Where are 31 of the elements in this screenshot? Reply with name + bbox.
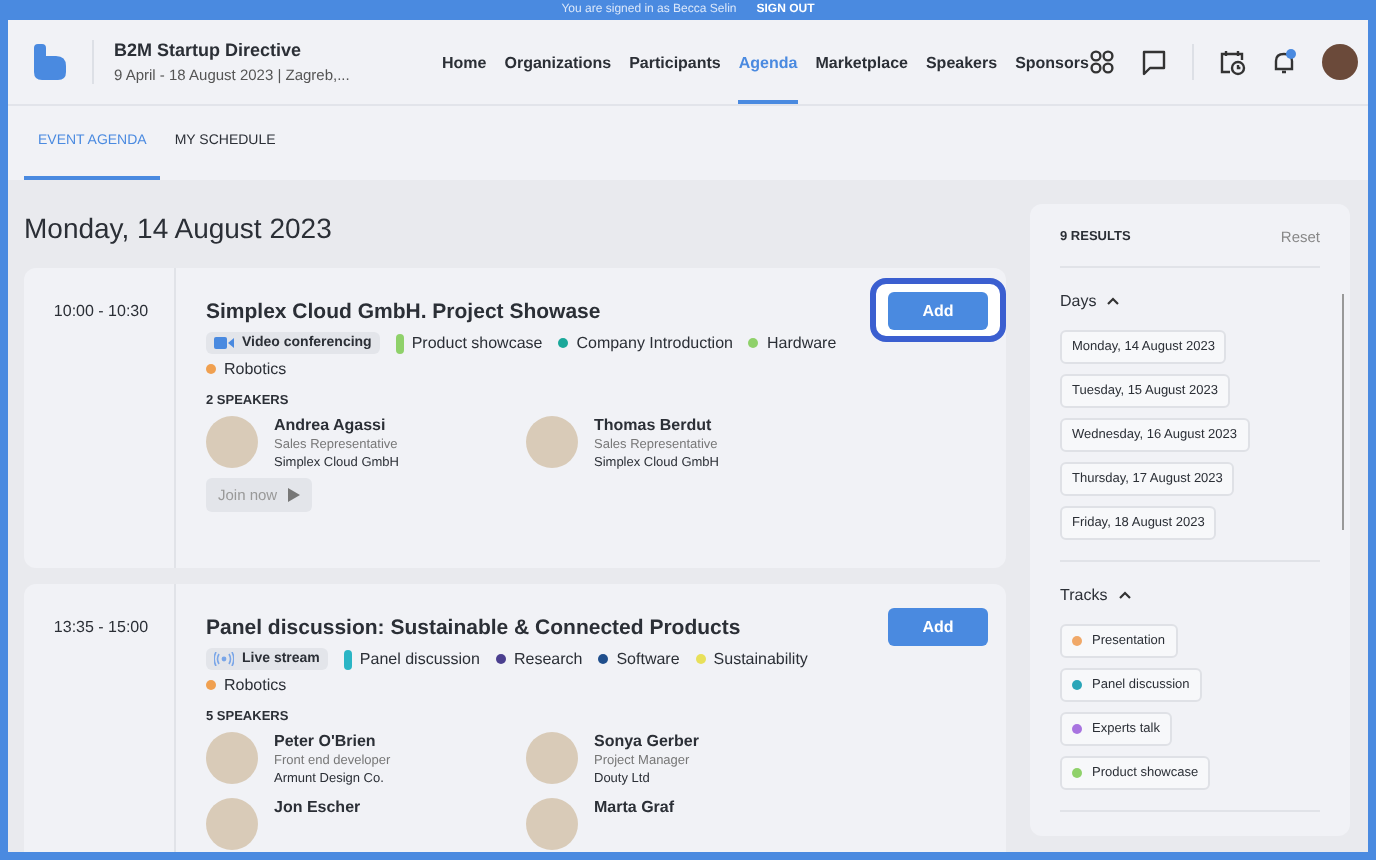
- session-title: Panel discussion: Sustainable & Connected Products: [206, 616, 741, 640]
- nav-tab[interactable]: Organizations: [504, 20, 612, 104]
- speaker-name[interactable]: Sonya Gerber: [594, 732, 699, 750]
- tag-label: Product showcase: [411, 334, 543, 352]
- event-title: B2M Startup Directive: [114, 40, 304, 60]
- session-title: Simplex Cloud GmbH. Project Showase: [206, 300, 601, 324]
- speaker-name[interactable]: Jon Escher: [274, 798, 361, 816]
- session-time: 13:35 - 15:00: [53, 618, 149, 636]
- session-time: 10:00 - 10:30: [53, 302, 149, 320]
- tag-label: Hardware: [766, 334, 837, 352]
- tag-label: Software: [616, 650, 680, 668]
- nav-tab[interactable]: Marketplace: [815, 20, 908, 104]
- nav-tab[interactable]: Speakers: [925, 20, 998, 104]
- tag-label: Robotics: [224, 360, 287, 378]
- speaker-name[interactable]: Andrea Agassi: [274, 416, 399, 434]
- speaker-name[interactable]: Marta Graf: [594, 798, 675, 816]
- tag-label: Panel discussion: [359, 650, 480, 668]
- tag-label: Company Introduction: [576, 334, 733, 352]
- day-heading: Monday, 14 August 2023: [24, 212, 334, 244]
- tag-label: Robotics: [224, 676, 287, 694]
- tag-label: Sustainability: [713, 650, 808, 668]
- add-button[interactable]: Add: [888, 608, 988, 646]
- nav-tab[interactable]: Sponsors: [1015, 20, 1089, 104]
- filter-group-toggle[interactable]: Tracks: [1060, 586, 1132, 604]
- tag-label: Research: [513, 650, 583, 668]
- filter-group-toggle[interactable]: Days: [1060, 292, 1121, 310]
- nav-tab[interactable]: Home: [442, 20, 487, 104]
- speaker-name[interactable]: Thomas Berdut: [594, 416, 719, 434]
- speaker-name[interactable]: Peter O'Brien: [274, 732, 391, 750]
- nav-tab[interactable]: Participants: [629, 20, 721, 104]
- add-button[interactable]: Add: [888, 292, 988, 330]
